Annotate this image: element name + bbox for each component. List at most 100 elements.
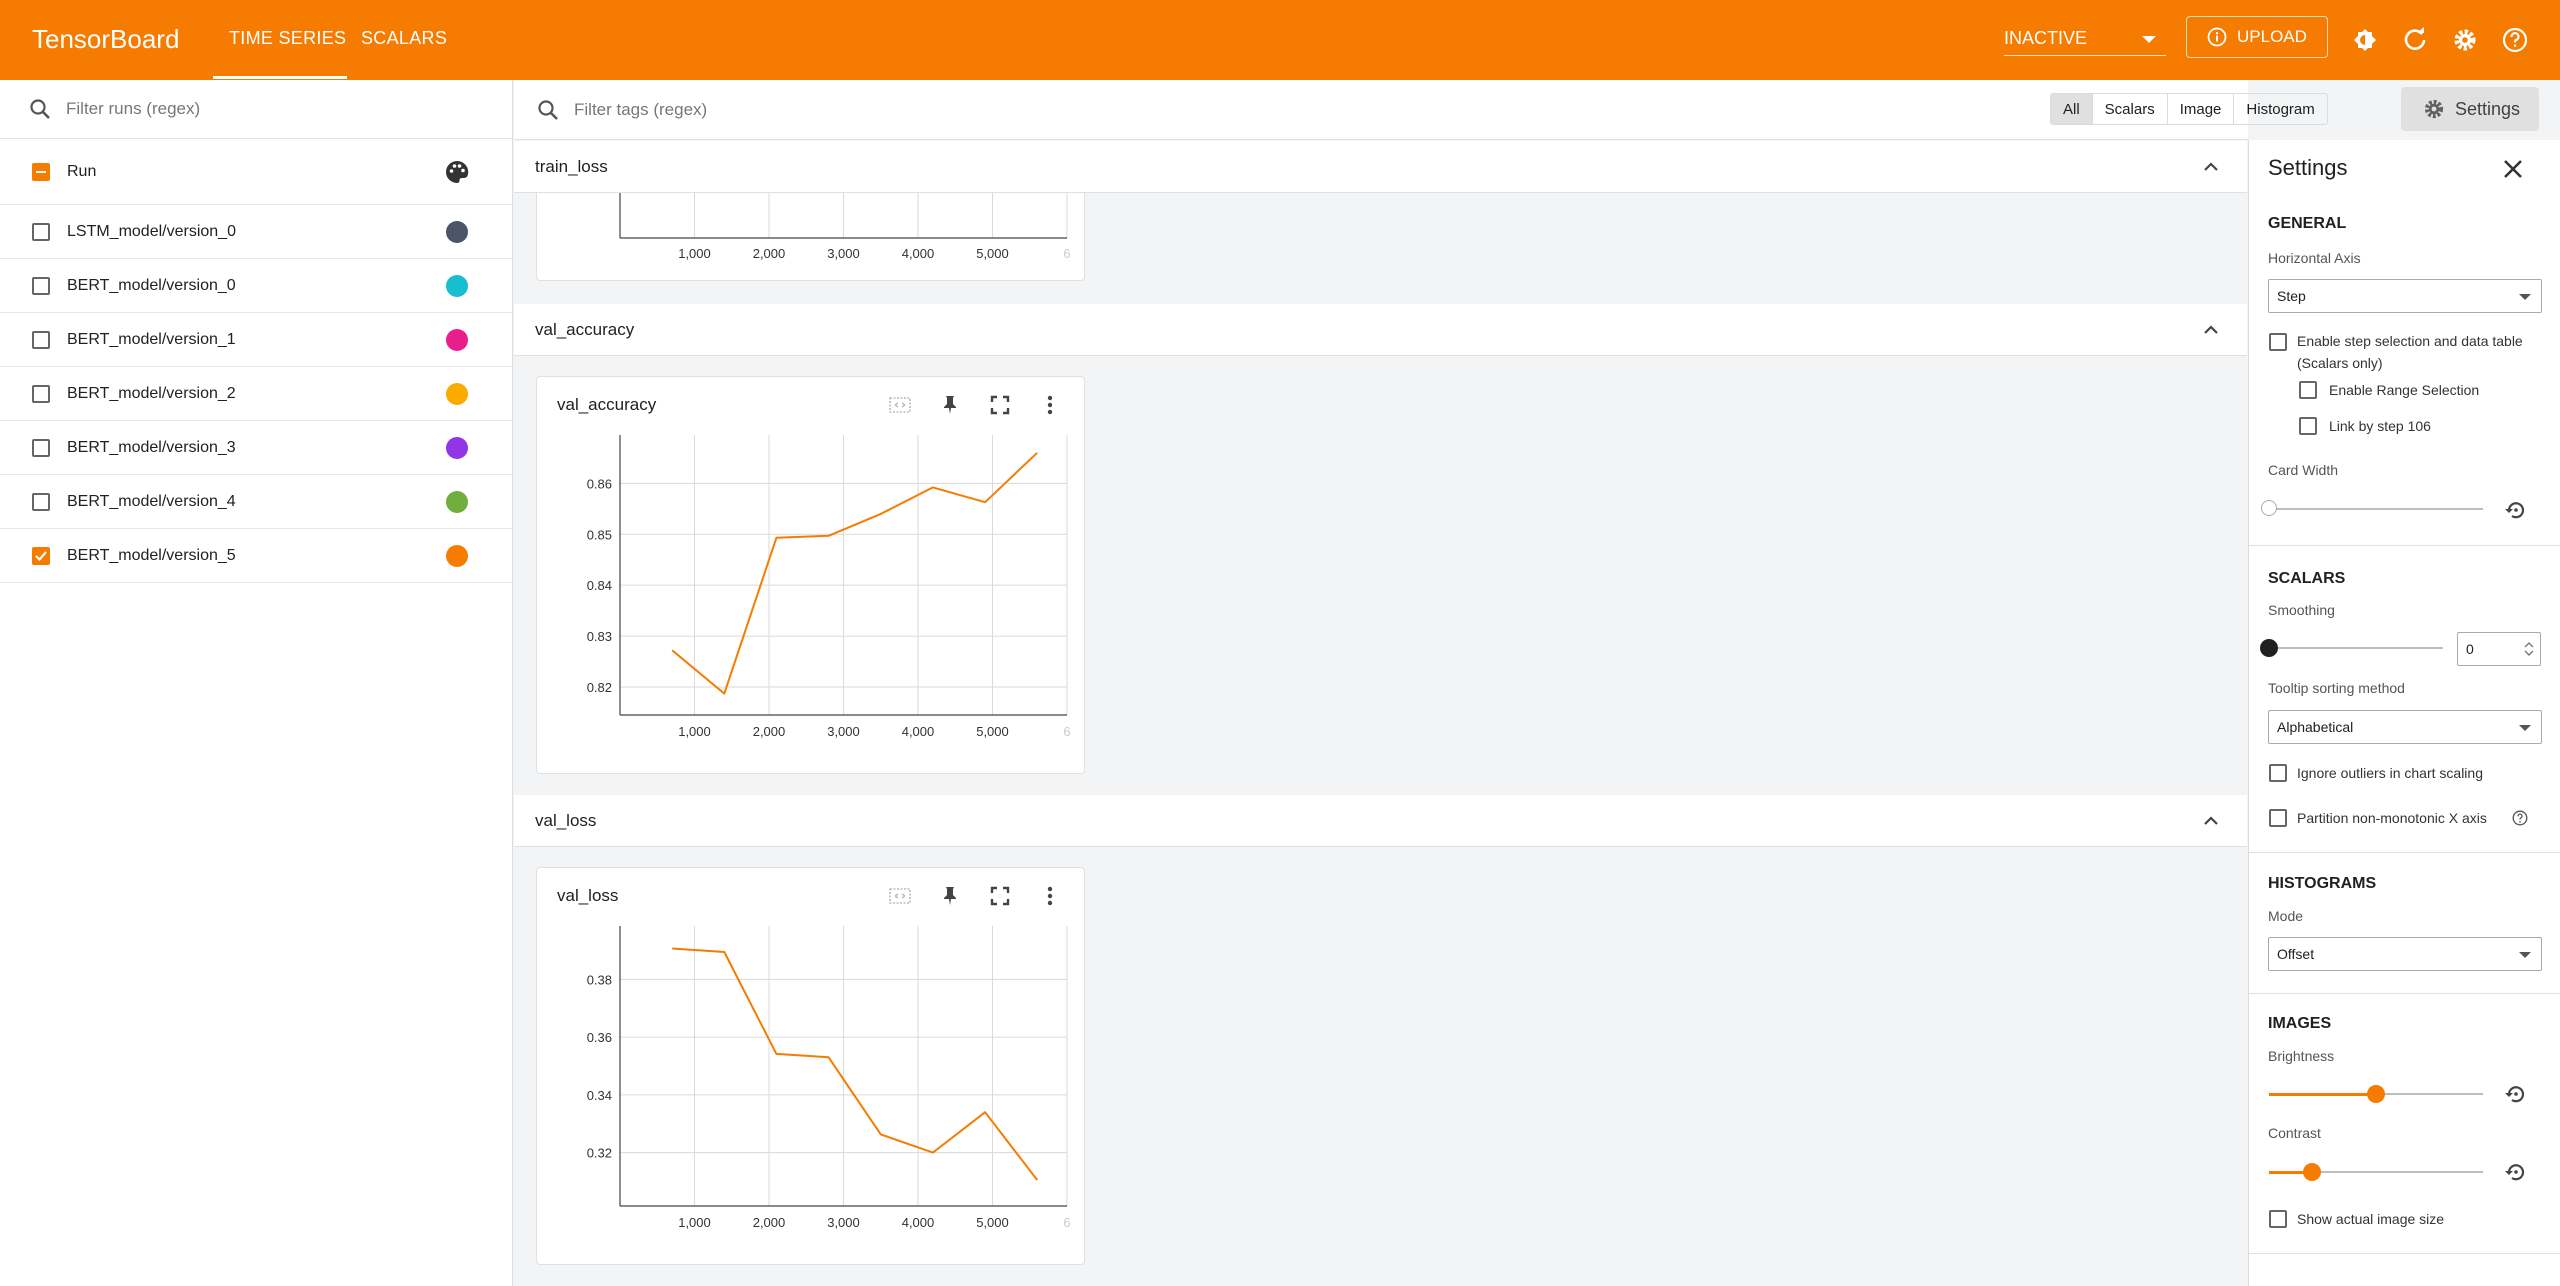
run-checkbox[interactable] bbox=[32, 546, 50, 565]
reset-icon[interactable] bbox=[2503, 1081, 2529, 1107]
run-checkbox[interactable] bbox=[32, 222, 50, 241]
chevron-up-icon[interactable] bbox=[2203, 813, 2219, 829]
settings-toggle-button[interactable]: Settings bbox=[2401, 87, 2539, 131]
refresh-icon[interactable] bbox=[2400, 25, 2430, 55]
tab-scalars[interactable]: SCALARS bbox=[361, 28, 447, 49]
card-title: val_loss bbox=[557, 886, 619, 905]
fullscreen-icon[interactable] bbox=[988, 884, 1012, 908]
palette-icon[interactable] bbox=[444, 159, 470, 185]
smoothing-slider-thumb[interactable] bbox=[2260, 639, 2278, 657]
fullscreen-icon[interactable] bbox=[988, 393, 1012, 417]
y-tick-label: 0.32 bbox=[587, 1146, 612, 1161]
main-cards-area: 1,0002,0003,0004,0005,00060.35 train_los… bbox=[514, 141, 2247, 1286]
histogram-mode-label: Mode bbox=[2268, 908, 2304, 924]
val-accuracy-card: 1,000 2,000 3,000 4,000 5,000 6 0.82 0.83 0.84 0.… bbox=[536, 376, 1085, 774]
fit-domain-icon[interactable] bbox=[888, 393, 912, 417]
run-row[interactable]: LSTM_model/version_0 bbox=[0, 205, 512, 259]
section-divider bbox=[2249, 852, 2560, 853]
upload-button[interactable]: UPLOAD bbox=[2186, 16, 2328, 58]
reset-icon[interactable] bbox=[2503, 1159, 2529, 1185]
x-tick-label: 6 bbox=[1063, 1215, 1070, 1230]
gear-icon[interactable] bbox=[2450, 25, 2480, 55]
type-filter-scalars[interactable]: Scalars bbox=[2093, 94, 2168, 124]
help-icon[interactable] bbox=[2512, 810, 2528, 826]
step-selection-checkbox[interactable] bbox=[2269, 333, 2287, 351]
run-color-swatch[interactable] bbox=[446, 220, 468, 243]
scalars-heading: SCALARS bbox=[2268, 570, 2346, 587]
y-tick-label: 0.82 bbox=[587, 680, 612, 695]
run-checkbox[interactable] bbox=[32, 330, 50, 349]
run-color-swatch[interactable] bbox=[446, 382, 468, 405]
ignore-outliers-checkbox[interactable] bbox=[2269, 764, 2287, 782]
card-width-label: Card Width bbox=[2268, 462, 2339, 478]
x-tick-label: 2,000 bbox=[753, 724, 786, 739]
section-divider bbox=[2249, 545, 2560, 546]
stepper-icon[interactable] bbox=[2524, 640, 2534, 658]
runs-filter[interactable]: Filter runs (regex) bbox=[0, 80, 512, 139]
brightness-slider-thumb[interactable] bbox=[2367, 1085, 2385, 1103]
run-color-swatch[interactable] bbox=[446, 544, 468, 567]
run-row[interactable]: BERT_model/version_2 bbox=[0, 367, 512, 421]
x-tick-label: 2,000 bbox=[753, 246, 786, 261]
run-color-swatch[interactable] bbox=[446, 274, 468, 297]
type-filter-image[interactable]: Image bbox=[2168, 94, 2235, 124]
link-by-step-checkbox[interactable] bbox=[2299, 417, 2317, 435]
run-row[interactable]: BERT_model/version_0 bbox=[0, 259, 512, 313]
run-column-header: Run bbox=[67, 162, 97, 180]
run-color-swatch[interactable] bbox=[446, 328, 468, 351]
histogram-mode-select[interactable]: Offset bbox=[2268, 937, 2542, 971]
pin-icon[interactable] bbox=[938, 393, 962, 417]
y-tick-label: 0.36 bbox=[587, 1030, 612, 1045]
chevron-up-icon[interactable] bbox=[2203, 322, 2219, 338]
group-header-train-loss[interactable]: train_loss bbox=[514, 141, 2247, 193]
more-vert-icon[interactable] bbox=[1038, 393, 1062, 417]
run-checkbox[interactable] bbox=[32, 492, 50, 511]
tab-time-series[interactable]: TIME SERIES bbox=[229, 28, 346, 49]
group-header-val-loss[interactable]: val_loss bbox=[514, 795, 2247, 847]
pin-icon[interactable] bbox=[938, 884, 962, 908]
tooltip-sort-select[interactable]: Alphabetical bbox=[2268, 710, 2542, 744]
fit-domain-icon[interactable] bbox=[888, 884, 912, 908]
close-icon[interactable] bbox=[2502, 158, 2524, 180]
card-width-slider-track[interactable] bbox=[2269, 508, 2483, 510]
range-selection-checkbox[interactable] bbox=[2299, 381, 2317, 399]
group-header-val-accuracy[interactable]: val_accuracy bbox=[514, 304, 2247, 356]
partition-checkbox[interactable] bbox=[2269, 809, 2287, 827]
ignore-outliers-label: Ignore outliers in chart scaling bbox=[2297, 765, 2483, 781]
run-row[interactable]: BERT_model/version_4 bbox=[0, 475, 512, 529]
info-icon bbox=[2207, 27, 2227, 47]
partition-label: Partition non-monotonic X axis bbox=[2297, 810, 2487, 826]
val-loss-chart[interactable]: 1,000 2,000 3,000 4,000 5,000 6 0.32 0.34 0.36 0.… bbox=[537, 868, 1086, 1266]
actual-image-size-checkbox[interactable] bbox=[2269, 1210, 2287, 1228]
smoothing-input[interactable]: 0 bbox=[2457, 632, 2541, 666]
tag-filter[interactable]: Filter tags (regex) bbox=[536, 98, 707, 122]
run-checkbox[interactable] bbox=[32, 384, 50, 403]
type-filter-all[interactable]: All bbox=[2051, 94, 2093, 124]
chevron-up-icon[interactable] bbox=[2203, 159, 2219, 175]
chevron-down-icon bbox=[2519, 294, 2531, 300]
top-app-bar: TensorBoard TIME SERIES SCALARS INACTIVE… bbox=[0, 0, 2560, 80]
run-row[interactable]: BERT_model/version_3 bbox=[0, 421, 512, 475]
help-icon[interactable] bbox=[2500, 25, 2530, 55]
horizontal-axis-select[interactable]: Step bbox=[2268, 279, 2542, 313]
contrast-slider-thumb[interactable] bbox=[2303, 1163, 2321, 1181]
card-title: val_accuracy bbox=[557, 395, 657, 414]
more-vert-icon[interactable] bbox=[1038, 884, 1062, 908]
reset-icon[interactable] bbox=[2503, 497, 2529, 523]
run-checkbox[interactable] bbox=[32, 276, 50, 295]
run-color-swatch[interactable] bbox=[446, 436, 468, 459]
run-checkbox[interactable] bbox=[32, 438, 50, 457]
y-tick-label: 0.85 bbox=[587, 527, 612, 542]
plugin-select[interactable]: INACTIVE bbox=[2004, 22, 2166, 56]
val-accuracy-chart[interactable]: 1,000 2,000 3,000 4,000 5,000 6 0.82 0.83 0.84 0.… bbox=[537, 377, 1086, 775]
smoothing-slider-track[interactable] bbox=[2269, 647, 2443, 649]
dark-mode-icon[interactable] bbox=[2350, 25, 2380, 55]
select-all-checkbox[interactable] bbox=[32, 162, 50, 181]
run-color-swatch[interactable] bbox=[446, 490, 468, 513]
type-filter-histogram[interactable]: Histogram bbox=[2234, 94, 2326, 124]
run-row[interactable]: BERT_model/version_1 bbox=[0, 313, 512, 367]
card-width-slider-thumb[interactable] bbox=[2261, 500, 2277, 516]
run-row[interactable]: BERT_model/version_5 bbox=[0, 529, 512, 583]
settings-panel: Settings GENERAL Horizontal Axis Step En… bbox=[2248, 140, 2560, 1286]
settings-title: Settings bbox=[2268, 155, 2348, 180]
